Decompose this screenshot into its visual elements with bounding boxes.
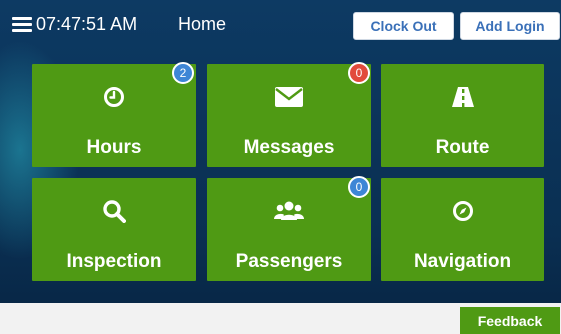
tile-navigation[interactable]: Navigation [381,178,544,281]
feedback-button[interactable]: Feedback [460,307,560,334]
clock-out-button[interactable]: Clock Out [353,12,454,40]
users-icon [207,198,371,224]
home-screen: 07:47:51 AM Home Clock Out Add Login Hou… [0,0,561,334]
hamburger-menu-icon[interactable] [12,17,32,33]
envelope-icon [207,84,371,110]
tile-inspection[interactable]: Inspection [32,178,196,281]
compass-icon [381,198,544,224]
hours-count-badge: 2 [172,62,194,84]
tile-hours[interactable]: Hours [32,64,196,167]
tile-route[interactable]: Route [381,64,544,167]
tile-label: Messages [243,137,335,158]
add-login-button[interactable]: Add Login [460,12,560,40]
clock-icon [32,84,196,110]
header-bar: 07:47:51 AM Home Clock Out Add Login [0,0,561,52]
passengers-count-badge: 0 [348,176,370,198]
current-time: 07:47:51 AM [36,14,138,34]
tile-messages[interactable]: Messages [207,64,371,167]
tile-label: Passengers [235,251,343,272]
tile-label: Navigation [413,251,512,272]
messages-count-badge: 0 [348,62,370,84]
road-icon [381,84,544,110]
tile-label: Hours [86,137,142,158]
tile-label: Route [435,137,490,158]
page-title: Home [178,14,227,34]
tile-label: Inspection [66,251,162,272]
tile-passengers[interactable]: Passengers [207,178,371,281]
search-icon [32,198,196,224]
